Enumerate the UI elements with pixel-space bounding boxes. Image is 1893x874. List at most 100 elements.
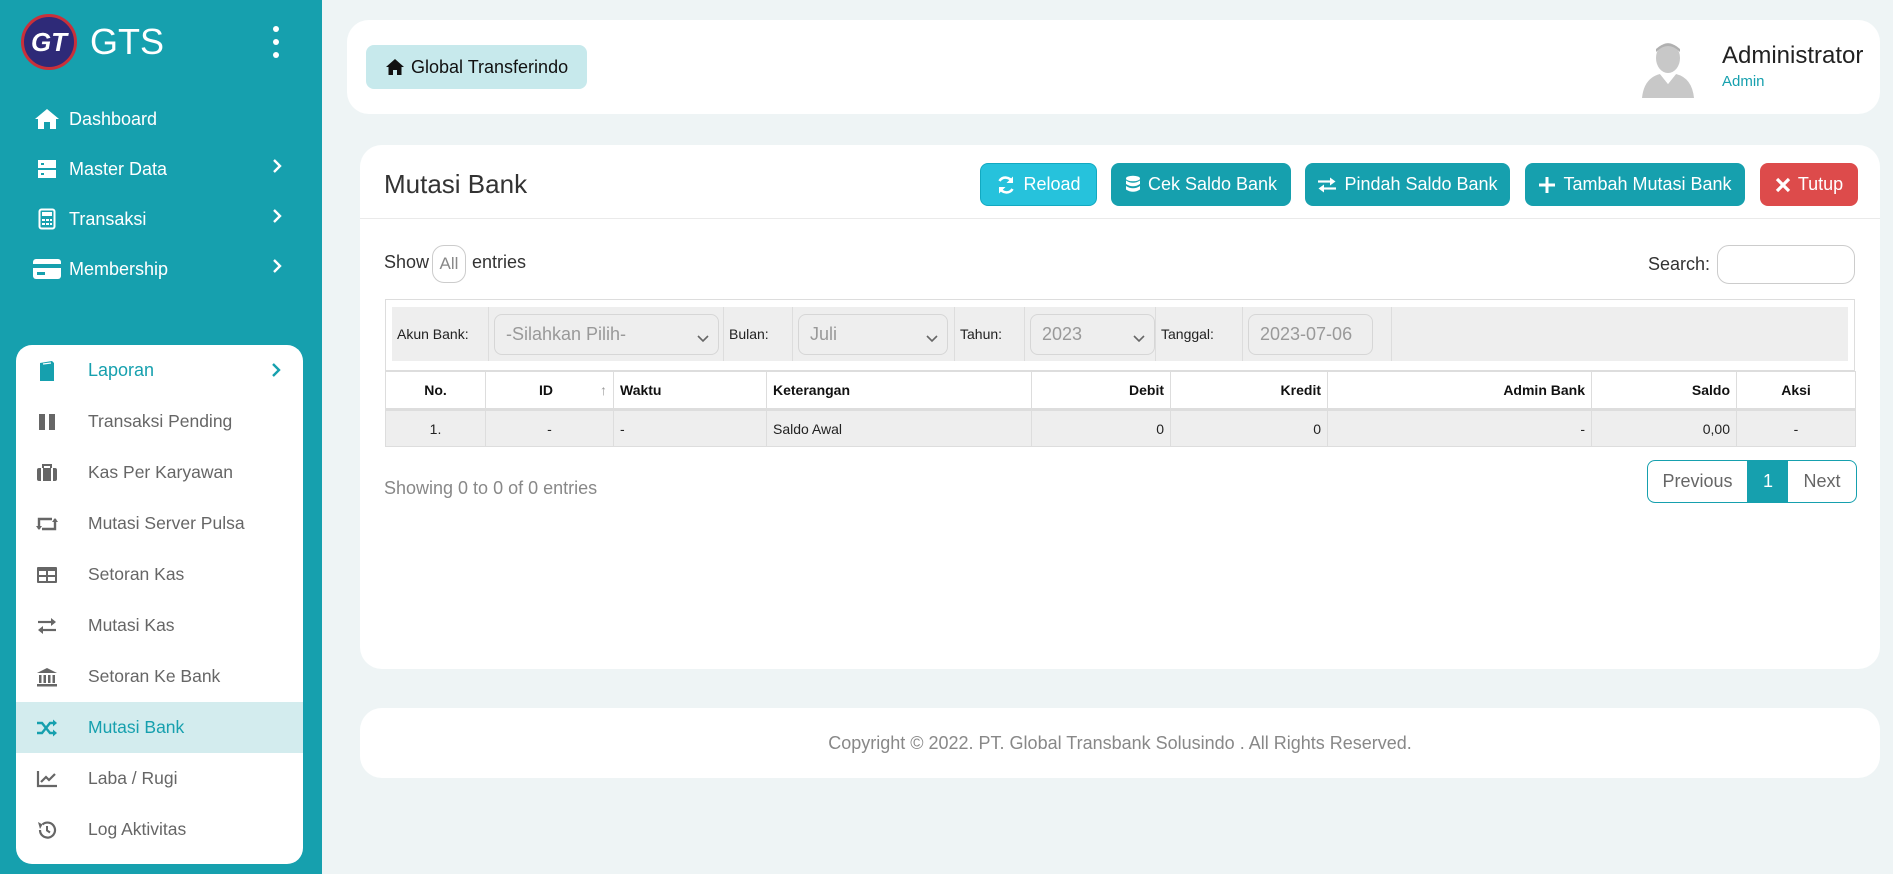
tutup-button[interactable]: Tutup: [1760, 163, 1858, 206]
sidebar-item-dashboard[interactable]: Dashboard: [32, 99, 282, 139]
column-header-id[interactable]: ID ↑: [485, 371, 614, 411]
brand-logo: GT: [21, 14, 77, 70]
brand[interactable]: GT GTS: [21, 14, 164, 70]
sidebar-item-label: Laba / Rugi: [88, 768, 178, 788]
close-icon: [1775, 177, 1790, 192]
chevron-down-icon: [926, 328, 938, 349]
search-input[interactable]: [1717, 245, 1855, 284]
search-label: Search:: [1648, 254, 1711, 274]
sidebar-item-label: Log Aktivitas: [88, 819, 187, 839]
bank-icon: [32, 667, 62, 687]
sidebar-item-label: Setoran Ke Bank: [88, 666, 221, 686]
sidebar-item-label: Laporan: [88, 360, 155, 380]
tahun-select[interactable]: 2023: [1030, 314, 1155, 355]
sort-asc-icon: ↑: [600, 382, 607, 398]
brand-name: GTS: [90, 21, 165, 62]
cell-debit: 0: [1031, 409, 1171, 447]
sidebar-item-membership[interactable]: Membership: [32, 249, 282, 289]
cell-aksi: -: [1736, 409, 1856, 447]
refresh-icon: [998, 175, 1015, 194]
home-icon: [386, 59, 404, 75]
chevron-down-icon: [1133, 328, 1145, 349]
column-header-waktu[interactable]: Waktu: [613, 371, 767, 411]
bulan-select[interactable]: Juli: [798, 314, 948, 355]
briefcase-icon: [32, 463, 62, 482]
tanggal-input[interactable]: 2023-07-06: [1248, 314, 1373, 355]
breadcrumb-label: Global Transferindo: [411, 56, 569, 77]
entries-select[interactable]: All: [432, 245, 466, 283]
sidebar-item-log-aktivitas[interactable]: Log Aktivitas: [16, 804, 303, 855]
book-icon: [32, 360, 62, 382]
sidebar-laporan-panel: Laporan Transaksi Pending Kas Per Karyaw…: [16, 345, 303, 864]
column-header-admin-bank[interactable]: Admin Bank: [1327, 371, 1592, 411]
page-title: Mutasi Bank: [384, 169, 528, 199]
cell-kredit: 0: [1170, 409, 1328, 447]
table-icon: [32, 566, 62, 584]
column-header-aksi[interactable]: Aksi: [1736, 371, 1856, 411]
tambah-mutasi-bank-button[interactable]: Tambah Mutasi Bank: [1525, 163, 1745, 206]
sidebar-item-setoran-kas[interactable]: Setoran Kas: [16, 549, 303, 600]
history-icon: [32, 820, 62, 840]
next-button[interactable]: Next: [1788, 461, 1856, 502]
pindah-saldo-bank-button[interactable]: Pindah Saldo Bank: [1305, 163, 1510, 206]
credit-card-icon: [32, 259, 62, 279]
sidebar-item-setoran-ke-bank[interactable]: Setoran Ke Bank: [16, 651, 303, 702]
cell-keterangan: Saldo Awal: [766, 409, 1032, 447]
database-icon: [1125, 175, 1140, 192]
mutasi-table: No. ID ↑ Waktu Keterangan Debit Kredit A…: [385, 371, 1856, 447]
tanggal-value: 2023-07-06: [1260, 324, 1353, 344]
sidebar-item-laba-rugi[interactable]: Laba / Rugi: [16, 753, 303, 804]
copyright-text: Copyright © 2022. PT. Global Transbank S…: [828, 732, 1412, 753]
table-row: 1. - - Saldo Awal 0 0 - 0,00 -: [385, 409, 1856, 447]
sidebar-item-label: Mutasi Kas: [88, 615, 175, 635]
tahun-value: 2023: [1042, 324, 1083, 344]
cek-saldo-label: Cek Saldo Bank: [1147, 174, 1278, 194]
previous-button[interactable]: Previous: [1648, 461, 1748, 502]
sidebar-item-laporan[interactable]: Laporan: [16, 345, 303, 396]
table-header-row: No. ID ↑ Waktu Keterangan Debit Kredit A…: [385, 371, 1856, 411]
cell-id: -: [485, 409, 614, 447]
exchange-icon: [1318, 177, 1337, 192]
column-header-keterangan[interactable]: Keterangan: [766, 371, 1032, 411]
entries-label: entries: [472, 252, 527, 272]
divider: [360, 218, 1880, 219]
chevron-right-icon: [272, 208, 282, 229]
sidebar-item-label: Transaksi: [69, 208, 147, 229]
sidebar-item-mutasi-kas[interactable]: Mutasi Kas: [16, 600, 303, 651]
bulan-value: Juli: [810, 324, 838, 344]
retweet-icon: [32, 515, 62, 533]
table-info: Showing 0 to 0 of 0 entries: [384, 478, 598, 498]
sidebar-item-label: Setoran Kas: [88, 564, 185, 584]
akun-bank-select[interactable]: -Silahkan Pilih-: [494, 314, 719, 355]
home-icon: [32, 107, 62, 131]
cek-saldo-bank-button[interactable]: Cek Saldo Bank: [1111, 163, 1291, 206]
chevron-right-icon: [272, 258, 282, 279]
chart-line-icon: [32, 770, 62, 788]
breadcrumb[interactable]: Global Transferindo: [366, 45, 588, 89]
sidebar-item-kas-per-karyawan[interactable]: Kas Per Karyawan: [16, 447, 303, 498]
column-header-debit[interactable]: Debit: [1031, 371, 1171, 411]
avatar[interactable]: [1640, 38, 1696, 98]
sidebar-item-label: Mutasi Server Pulsa: [88, 513, 245, 533]
column-header-kredit[interactable]: Kredit: [1170, 371, 1328, 411]
server-icon: [32, 159, 62, 179]
sidebar-item-label: Transaksi Pending: [88, 411, 233, 431]
column-header-saldo[interactable]: Saldo: [1591, 371, 1737, 411]
calculator-icon: [32, 208, 62, 230]
pagination: Previous 1 Next: [1647, 460, 1857, 503]
exchange-icon: [32, 617, 62, 635]
tambah-mutasi-label: Tambah Mutasi Bank: [1563, 174, 1732, 194]
plus-icon: [1539, 176, 1556, 193]
cell-saldo: 0,00: [1591, 409, 1737, 447]
sidebar-item-mutasi-server-pulsa[interactable]: Mutasi Server Pulsa: [16, 498, 303, 549]
page-1-button[interactable]: 1: [1748, 461, 1788, 502]
user-name: Administrator: [1722, 42, 1864, 69]
sidebar-item-transaksi[interactable]: Transaksi: [32, 199, 282, 239]
sidebar-item-master-data[interactable]: Master Data: [32, 149, 282, 189]
kebab-menu-icon[interactable]: [270, 26, 282, 58]
sidebar-item-transaksi-pending[interactable]: Transaksi Pending: [16, 396, 303, 447]
column-header-no[interactable]: No.: [385, 371, 486, 411]
cell-admin-bank: -: [1327, 409, 1592, 447]
sidebar-item-mutasi-bank[interactable]: Mutasi Bank: [16, 702, 303, 753]
reload-button[interactable]: Reload: [980, 163, 1097, 206]
